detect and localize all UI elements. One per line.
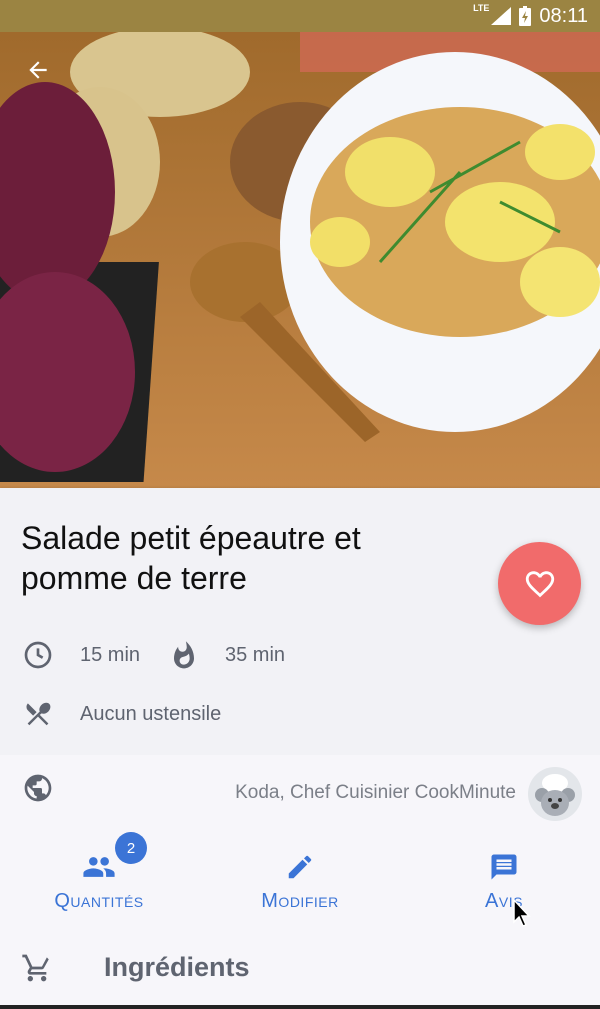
author-name[interactable]: Koda, Chef Cuisinier CookMinute (235, 782, 516, 804)
comment-icon (491, 854, 517, 880)
clock-icon (21, 638, 55, 672)
avatar[interactable] (528, 767, 582, 821)
quantities-button[interactable]: Quantités (45, 852, 153, 913)
globe-icon (22, 772, 54, 809)
utensils-icon (21, 697, 55, 731)
edit-label: Modifier (261, 890, 339, 912)
recipe-title: Salade petit épeautre et pomme de terre (21, 520, 361, 596)
signal-icon (491, 7, 512, 25)
ingredients-title: Ingrédients (104, 952, 250, 982)
recipe-photo (0, 32, 600, 488)
prep-time: 15 min (21, 638, 140, 672)
quantities-label: Quantités (54, 890, 144, 912)
back-button[interactable] (18, 50, 58, 90)
edit-button[interactable]: Modifier (250, 852, 350, 913)
utensils-value: Aucun ustensile (80, 702, 222, 725)
status-bar: LTE 08:11 (0, 0, 600, 32)
favorite-button[interactable] (498, 542, 581, 625)
cart-icon (21, 952, 53, 989)
mouse-cursor (513, 898, 531, 927)
network-type: LTE (473, 3, 490, 13)
prep-time-value: 15 min (80, 643, 141, 666)
battery-icon (519, 6, 532, 26)
people-icon (83, 857, 115, 877)
utensils: Aucun ustensile (21, 697, 221, 731)
pencil-icon (288, 855, 312, 879)
cook-time-value: 35 min (225, 643, 286, 666)
back-arrow-icon (29, 61, 47, 79)
cook-time: 35 min (167, 638, 285, 672)
bottom-divider (0, 1005, 600, 1009)
flame-icon (167, 638, 201, 672)
status-time: 08:11 (539, 4, 588, 27)
heart-icon (525, 570, 554, 597)
